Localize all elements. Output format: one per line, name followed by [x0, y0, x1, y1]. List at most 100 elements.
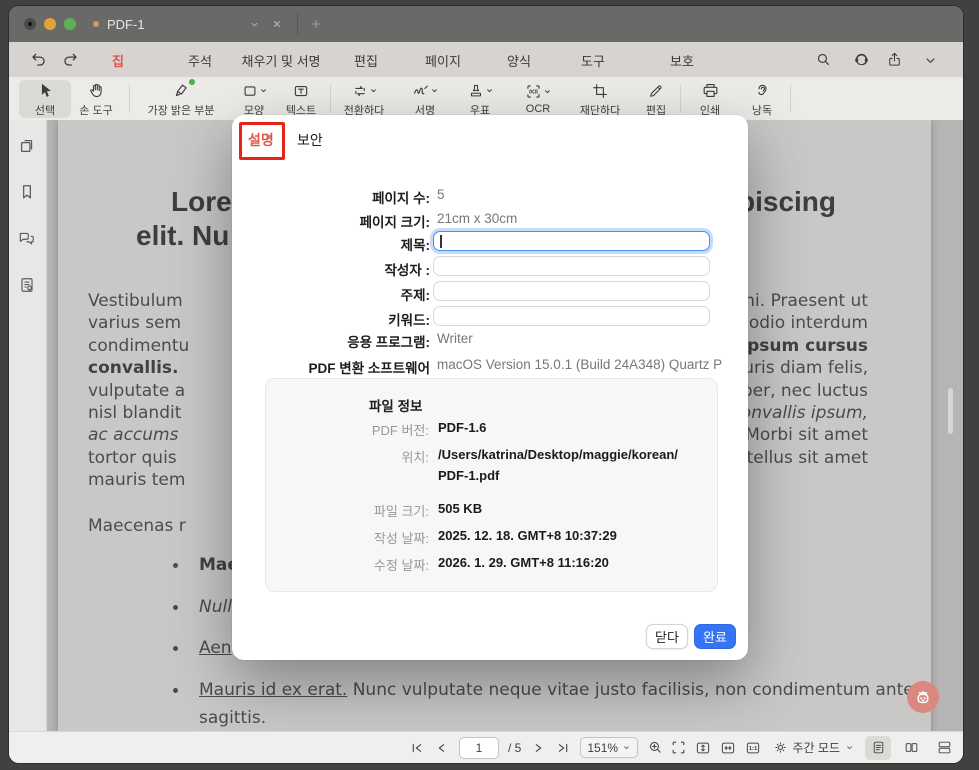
bullet-dot	[173, 605, 178, 610]
collapse-ribbon-chevron-icon[interactable]	[923, 53, 938, 68]
chevron-down-icon	[430, 86, 439, 95]
zoom-level-select[interactable]: 151%	[580, 737, 639, 758]
document-tab[interactable]: PDF-1	[93, 6, 145, 42]
ribbon-tab-form[interactable]: 양식	[507, 51, 531, 70]
annotation-list-icon[interactable]	[17, 275, 37, 295]
tool-ocr[interactable]: OCR	[511, 80, 565, 118]
left-panel-bar	[9, 120, 47, 732]
doc-paragraph-left: Vestibulum varius sem condimentu convall…	[88, 291, 190, 491]
redo-icon[interactable]	[61, 50, 80, 69]
doc-heading-fragment: piscing	[737, 186, 836, 217]
ribbon-tab-edit[interactable]: 편집	[354, 51, 378, 70]
tool-shape[interactable]: 모양	[230, 80, 278, 118]
last-page-icon[interactable]	[555, 740, 571, 756]
display-mode-select[interactable]: 주간 모드	[773, 739, 855, 756]
share-icon[interactable]	[886, 51, 903, 68]
tool-read-aloud[interactable]: 낭독	[740, 80, 784, 118]
fit-height-icon[interactable]	[694, 739, 712, 757]
keywords-field[interactable]	[433, 306, 710, 326]
tab-separator	[297, 14, 298, 34]
zoom-in-icon[interactable]	[647, 739, 664, 756]
tool-print[interactable]: 인쇄	[686, 80, 734, 118]
location-value-line2: PDF-1.pdf	[438, 468, 500, 483]
dialog-tab-security[interactable]: 보안	[297, 130, 323, 150]
crop-icon	[591, 82, 609, 100]
done-button[interactable]: 완료	[694, 624, 736, 649]
support-icon[interactable]	[853, 51, 870, 68]
window-minimize-button[interactable]	[44, 18, 56, 30]
next-page-icon[interactable]	[530, 740, 546, 756]
previous-page-icon[interactable]	[434, 740, 450, 756]
doc-paragraph2-fragment: Maecenas r	[88, 516, 186, 536]
ribbon-tab-page[interactable]: 페이지	[425, 51, 461, 70]
tool-select[interactable]: 선택	[19, 80, 71, 118]
tool-hand[interactable]: 손 도구	[67, 80, 125, 118]
chevron-down-icon	[845, 743, 854, 752]
ribbon-tab-tools[interactable]: 도구	[581, 51, 605, 70]
window-close-button[interactable]	[24, 18, 36, 30]
fit-width-icon[interactable]	[719, 739, 737, 757]
search-icon[interactable]	[815, 51, 832, 68]
ribbon-tab-protect[interactable]: 보호	[670, 51, 694, 70]
sun-icon	[773, 740, 788, 755]
author-label: 작성자 :	[384, 263, 430, 278]
thumbnails-icon[interactable]	[17, 136, 37, 156]
ribbon-tab-annotate[interactable]: 주석	[188, 51, 212, 70]
status-bar: / 5 151% 주간 모드	[9, 731, 963, 763]
tool-text[interactable]: 텍스트	[275, 80, 327, 118]
chevron-down-icon	[485, 86, 494, 95]
location-label: 위치:	[401, 450, 429, 465]
tab-chevron-down-icon[interactable]	[249, 19, 260, 30]
author-field[interactable]	[433, 256, 710, 276]
ribbon-tab-fill-sign[interactable]: 채우기 및 서명	[242, 51, 321, 70]
doc-bullet-fragment: Null	[199, 597, 232, 617]
robot-icon	[911, 685, 935, 709]
unsaved-changes-dot	[93, 21, 99, 27]
application-label: 응용 프로그램:	[347, 335, 430, 350]
producer-value: macOS Version 15.0.1 (Build 24A348) Quar…	[437, 357, 723, 372]
comments-icon[interactable]	[17, 228, 37, 248]
printer-icon	[701, 81, 720, 100]
hand-icon	[87, 81, 106, 100]
doc-paragraph-right: ni. Praesent ut odio interdum psum cursu…	[740, 291, 868, 468]
tool-convert[interactable]: 전환하다	[333, 80, 395, 118]
tool-crop[interactable]: 재단하다	[569, 80, 631, 118]
view-controls: 주간 모드	[670, 732, 958, 763]
page-number-input[interactable]	[459, 736, 499, 759]
tool-stamp[interactable]: 우표	[456, 80, 504, 118]
new-tab-button[interactable]	[309, 17, 323, 31]
page-size-value: 21cm x 30cm	[437, 211, 518, 226]
single-page-view-button[interactable]	[865, 735, 891, 760]
close-button[interactable]: 닫다	[646, 624, 688, 649]
assistant-mascot-button[interactable]	[907, 681, 939, 713]
location-value-line1: /Users/katrina/Desktop/maggie/korean/	[438, 447, 678, 462]
title-label: 제목:	[400, 238, 430, 253]
title-field[interactable]	[433, 231, 710, 251]
undo-icon[interactable]	[29, 50, 48, 69]
shape-icon	[241, 82, 259, 100]
tool-sign[interactable]: 서명	[399, 80, 451, 118]
fit-page-icon[interactable]	[670, 739, 687, 756]
page-size-label: 페이지 크기:	[359, 215, 430, 230]
tool-edit[interactable]: 편집	[634, 80, 678, 118]
pdf-version-label: PDF 버전:	[371, 423, 429, 438]
window-zoom-button[interactable]	[64, 18, 76, 30]
scroll-view-button[interactable]	[931, 736, 957, 760]
bookmark-icon[interactable]	[17, 182, 37, 202]
page-count-label: 페이지 수:	[372, 191, 430, 206]
first-page-icon[interactable]	[409, 740, 425, 756]
app-window: PDF-1 집 주석 채우기 및 서명 편집 페이지 양식 도구 보호 선택 손…	[9, 6, 963, 763]
vertical-scrollbar-thumb[interactable]	[948, 388, 953, 434]
two-page-view-button[interactable]	[898, 736, 924, 760]
tool-highlight[interactable]: 가장 밝은 부분	[133, 79, 229, 118]
ribbon-tab-home[interactable]: 집	[112, 51, 124, 70]
subject-field[interactable]	[433, 281, 710, 301]
doc-heading-fragment: Lore	[171, 186, 232, 217]
doc-heading-fragment: elit. Nu	[136, 220, 230, 251]
toolbar-separator	[129, 85, 130, 113]
annotation-highlight-box	[239, 122, 285, 160]
actual-size-icon[interactable]	[744, 739, 762, 757]
ear-icon	[753, 81, 772, 100]
tab-close-icon[interactable]	[271, 18, 283, 30]
toolbar-separator	[680, 85, 681, 113]
